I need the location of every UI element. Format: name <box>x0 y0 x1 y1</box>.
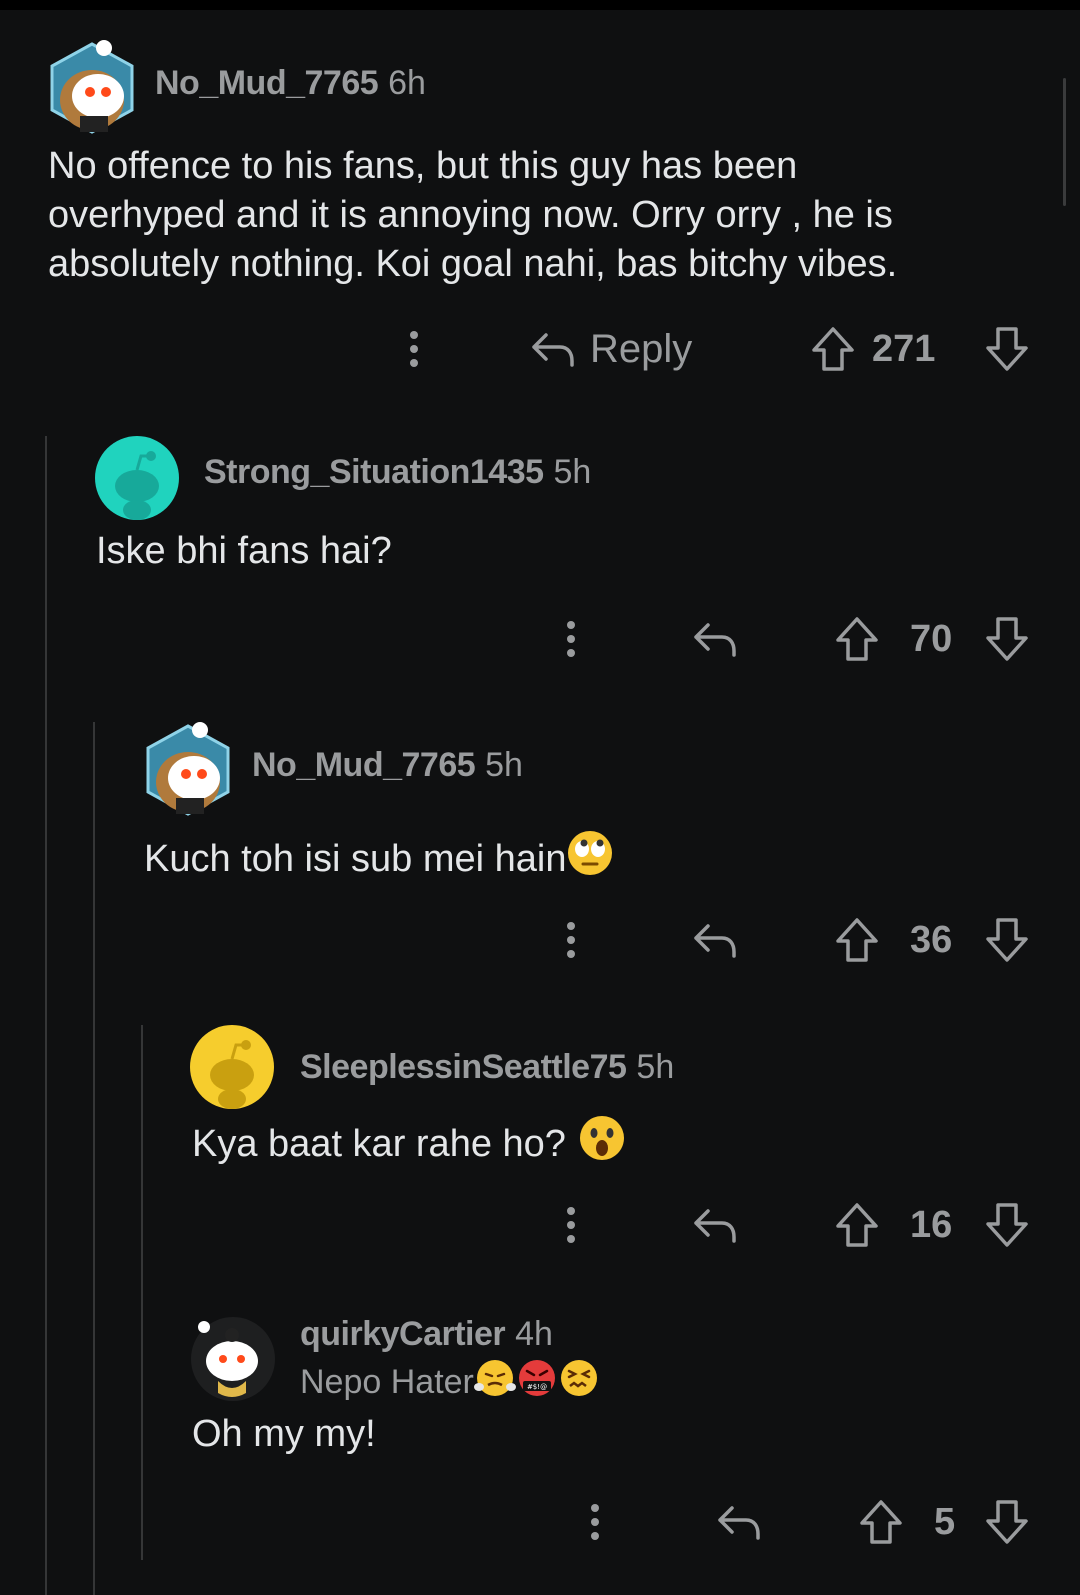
reply-button[interactable] <box>690 1197 740 1253</box>
thread-line-level-2[interactable] <box>93 722 95 1595</box>
reply-button[interactable]: Reply <box>530 321 720 377</box>
upvote-button[interactable] <box>834 1197 880 1253</box>
comment-age: 5h <box>485 746 523 784</box>
kebab-menu-icon <box>567 922 575 958</box>
downvote-button[interactable] <box>984 321 1030 377</box>
comment-age: 5h <box>636 1048 675 1086</box>
kebab-menu-icon <box>567 1207 575 1243</box>
svg-text:#$!@: #$!@ <box>527 1383 547 1391</box>
upvote-arrow-icon <box>860 1500 902 1544</box>
snoo-avatar-icon[interactable] <box>46 40 138 136</box>
reply-arrow-icon <box>718 1506 760 1540</box>
astonished-emoji <box>578 1114 626 1175</box>
more-options-button[interactable] <box>394 321 434 377</box>
comment-age: 5h <box>553 453 592 491</box>
downvote-button[interactable] <box>984 912 1030 968</box>
username[interactable]: Strong_Situation1435 <box>204 453 544 492</box>
upvote-button[interactable] <box>834 912 880 968</box>
comment-age: 4h <box>515 1315 553 1353</box>
upvote-arrow-icon <box>836 1203 878 1247</box>
rolling-eyes-emoji <box>566 829 614 890</box>
downvote-arrow-icon <box>986 617 1028 661</box>
username[interactable]: SleeplessinSeattle75 <box>300 1048 627 1087</box>
vote-score: 5 <box>934 1501 956 1543</box>
user-flair: Nepo Hater #$!@ <box>300 1357 600 1408</box>
comment-body: Kuch toh isi sub mei hain <box>144 838 567 880</box>
more-options-button[interactable] <box>551 611 591 667</box>
comment-body: Iske bhi fans hai? <box>96 530 392 572</box>
reply-label: Reply <box>590 326 693 371</box>
reply-button[interactable] <box>690 611 740 667</box>
reply-arrow-icon <box>532 333 574 367</box>
vote-score: 36 <box>910 919 953 961</box>
downvote-button[interactable] <box>984 611 1030 667</box>
more-options-button[interactable] <box>551 1197 591 1253</box>
downvote-arrow-icon <box>986 1203 1028 1247</box>
snoo-avatar-icon[interactable] <box>190 1313 276 1401</box>
reply-arrow-icon <box>694 924 736 958</box>
reply-button[interactable] <box>714 1494 764 1550</box>
vote-score: 271 <box>872 328 936 370</box>
comment-age: 6h <box>388 64 426 102</box>
upvote-arrow-icon <box>836 918 878 962</box>
username[interactable]: quirkyCartier <box>300 1315 506 1354</box>
upvote-button[interactable] <box>834 611 880 667</box>
cursing-face-emoji: #$!@ <box>516 1357 558 1408</box>
kebab-menu-icon <box>567 621 575 657</box>
vote-score: 16 <box>910 1204 953 1246</box>
comment-body: Kya baat kar rahe ho? <box>192 1123 566 1165</box>
username[interactable]: No_Mud_7765 <box>155 64 379 103</box>
top-status-strip <box>0 0 1080 10</box>
upvote-arrow-icon <box>812 327 854 371</box>
steam-nose-emoji <box>473 1357 516 1408</box>
upvote-button[interactable] <box>858 1494 904 1550</box>
kebab-menu-icon <box>410 331 418 367</box>
comment-body-line: overhyped and it is annoying now. Orry o… <box>48 194 893 236</box>
comment-body-line: absolutely nothing. Koi goal nahi, bas b… <box>48 243 898 285</box>
reply-arrow-icon <box>694 1209 736 1243</box>
upvote-arrow-icon <box>836 617 878 661</box>
flair-text: Nepo Hater <box>300 1363 474 1401</box>
downvote-arrow-icon <box>986 1500 1028 1544</box>
thread-line-level-1[interactable] <box>45 436 47 1595</box>
scrollbar[interactable] <box>1063 78 1066 206</box>
reply-arrow-icon <box>694 623 736 657</box>
default-snoo-icon[interactable] <box>190 1025 274 1109</box>
kebab-menu-icon <box>591 1504 599 1540</box>
default-snoo-icon[interactable] <box>95 436 179 520</box>
thread-line-level-3[interactable] <box>141 1025 143 1560</box>
reply-button[interactable] <box>690 912 740 968</box>
upvote-button[interactable] <box>810 321 856 377</box>
comment-body: Oh my my! <box>192 1413 376 1455</box>
snoo-avatar-icon[interactable] <box>142 722 234 818</box>
comment-body-line: No offence to his fans, but this guy has… <box>48 145 798 187</box>
downvote-button[interactable] <box>984 1197 1030 1253</box>
downvote-arrow-icon <box>986 327 1028 371</box>
confounded-face-emoji <box>558 1357 600 1408</box>
vote-score: 70 <box>910 618 953 660</box>
username[interactable]: No_Mud_7765 <box>252 746 476 785</box>
more-options-button[interactable] <box>551 912 591 968</box>
downvote-arrow-icon <box>986 918 1028 962</box>
downvote-button[interactable] <box>984 1494 1030 1550</box>
more-options-button[interactable] <box>575 1494 615 1550</box>
